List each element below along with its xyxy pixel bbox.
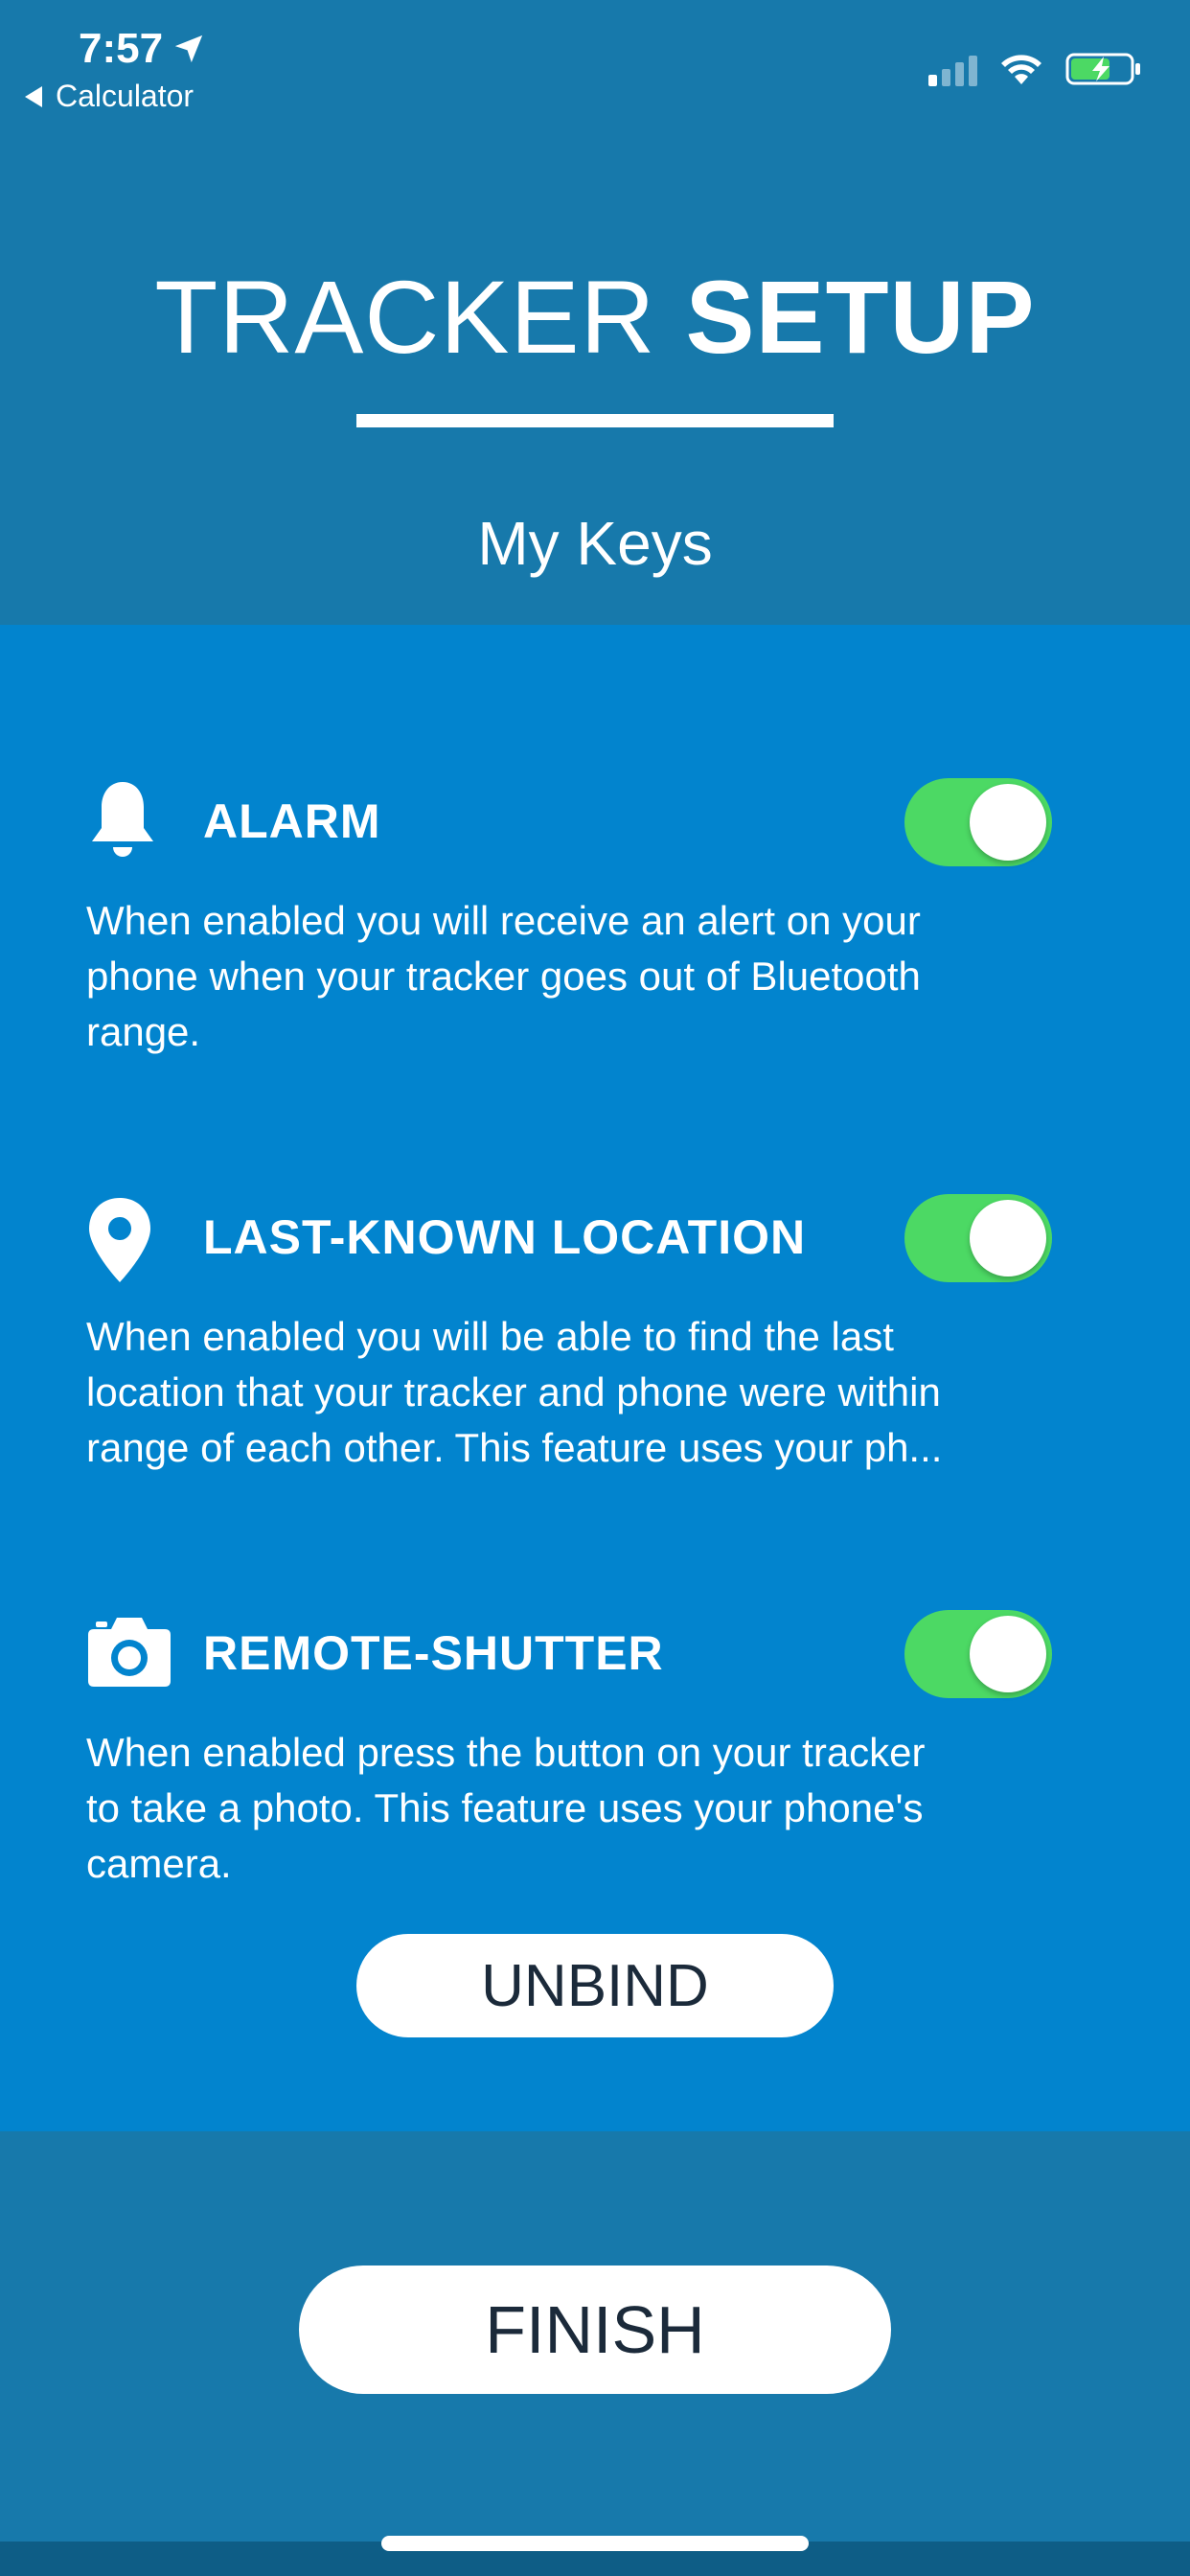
alarm-description: When enabled you will receive an alert o… (86, 893, 1102, 1060)
remote-shutter-description: When enabled press the button on your tr… (86, 1725, 1102, 1892)
toggle-knob (970, 1200, 1046, 1276)
last-known-location-description: When enabled you will be able to find th… (86, 1309, 1102, 1476)
signal-icon (928, 56, 977, 86)
wifi-icon (1001, 55, 1041, 84)
location-desc-line-2: location that your tracker and phone wer… (86, 1369, 941, 1414)
status-time: 7:57 (79, 25, 205, 73)
alarm-title: ALARM (203, 794, 381, 848)
toggle-knob (970, 1616, 1046, 1692)
title-bold-text: SETUP (685, 259, 1036, 375)
page-title: TRACKER SETUP (0, 257, 1190, 377)
alarm-toggle[interactable] (904, 778, 1052, 866)
alarm-desc-line-3: range. (86, 1009, 201, 1054)
title-divider (356, 414, 834, 427)
camera-icon (88, 1618, 171, 1687)
back-to-app-link[interactable]: Calculator (25, 79, 194, 114)
location-pin-icon (89, 1198, 150, 1282)
last-known-location-toggle[interactable] (904, 1194, 1052, 1282)
location-desc-line-1: When enabled you will be able to find th… (86, 1314, 894, 1359)
setup-header: TRACKER SETUP My Keys (0, 125, 1190, 625)
shutter-desc-line-3: camera. (86, 1841, 232, 1886)
remote-shutter-toggle[interactable] (904, 1610, 1052, 1698)
unbind-button[interactable]: UNBIND (356, 1934, 834, 2037)
device-name: My Keys (477, 509, 713, 578)
alarm-desc-line-2: phone when your tracker goes out of Blue… (86, 954, 921, 999)
remote-shutter-title: REMOTE-SHUTTER (203, 1626, 664, 1680)
time-text: 7:57 (79, 25, 164, 72)
shutter-desc-line-2: to take a photo. This feature uses your … (86, 1785, 924, 1830)
toggle-knob (970, 784, 1046, 861)
title-light-text: TRACKER (154, 259, 686, 375)
battery-charging-icon (1065, 53, 1140, 85)
shutter-desc-line-1: When enabled press the button on your tr… (86, 1730, 926, 1775)
finish-button[interactable]: FINISH (299, 2266, 891, 2394)
bell-icon (92, 782, 153, 857)
status-icons (928, 52, 1142, 86)
last-known-location-title: LAST-KNOWN LOCATION (203, 1210, 807, 1264)
alarm-desc-line-1: When enabled you will receive an alert o… (86, 898, 921, 943)
location-desc-line-3: range of each other. This feature uses y… (86, 1425, 943, 1470)
settings-panel: ALARM When enabled you will receive an a… (0, 625, 1190, 2131)
status-bar: 7:57 Calculator (0, 0, 1190, 125)
back-app-label: Calculator (56, 79, 195, 113)
location-arrow-icon (174, 34, 203, 63)
back-triangle-icon (25, 85, 42, 107)
home-indicator[interactable] (381, 2536, 809, 2551)
